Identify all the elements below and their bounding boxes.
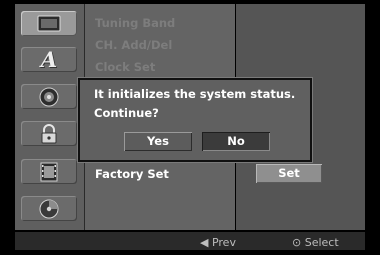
dialog-question: Continue?	[94, 106, 159, 120]
menu-item-tuning-band[interactable]: Tuning Band	[95, 13, 233, 33]
category-language[interactable]: A	[21, 47, 77, 72]
setup-screen: A Tuning Band CH. Add/Del Clock Set Fact…	[0, 0, 380, 255]
menu-item-clock-set[interactable]: Clock Set	[95, 57, 233, 77]
language-icon: A	[40, 47, 58, 72]
yes-button[interactable]: Yes	[124, 132, 192, 151]
lock-icon	[41, 123, 57, 143]
select-hint: ⊙ Select	[292, 236, 339, 249]
category-audio[interactable]	[21, 84, 77, 109]
no-button[interactable]: No	[202, 132, 270, 151]
prev-hint: ◀ Prev	[200, 236, 236, 249]
film-icon	[40, 162, 58, 181]
menu-item-factory-set[interactable]: Factory Set	[95, 164, 233, 184]
category-others[interactable]	[21, 159, 77, 184]
category-display[interactable]	[21, 11, 77, 36]
menu-item-ch-add-del[interactable]: CH. Add/Del	[95, 35, 233, 55]
tv-icon	[37, 15, 61, 31]
dialog-message: It initializes the system status.	[94, 87, 296, 101]
set-button[interactable]: Set	[256, 164, 322, 183]
category-icon-column: A	[15, 4, 85, 230]
disc-icon	[39, 199, 59, 218]
speaker-icon	[39, 87, 59, 106]
confirm-dialog: It initializes the system status. Contin…	[78, 78, 312, 162]
category-disc[interactable]	[21, 196, 77, 221]
category-lock[interactable]	[21, 121, 77, 146]
